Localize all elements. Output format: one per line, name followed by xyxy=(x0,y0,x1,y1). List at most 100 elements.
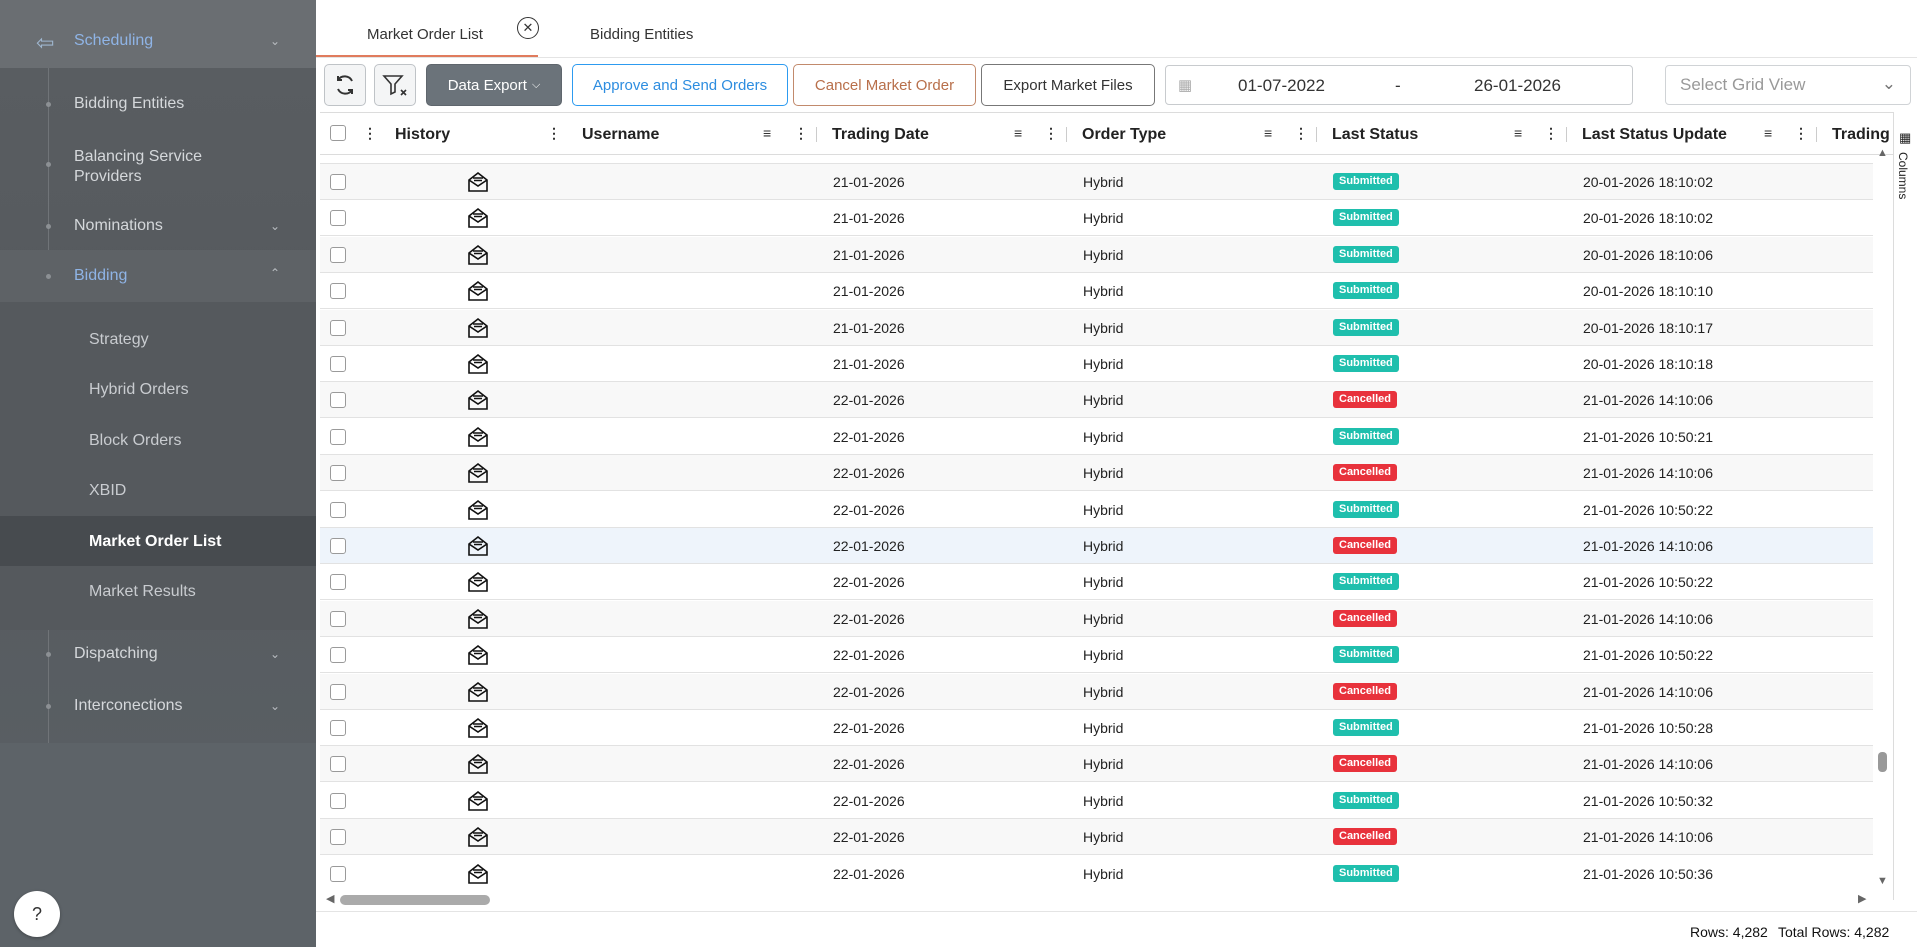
select-all-checkbox[interactable] xyxy=(330,125,346,141)
table-row[interactable]: 22-01-2026 Hybrid Cancelled 21-01-2026 14:1… xyxy=(320,600,1873,637)
approve-send-orders-button[interactable]: Approve and Send Orders xyxy=(572,64,788,106)
table-row[interactable]: 22-01-2026 Hybrid Submitted 21-01-2026 10:5… xyxy=(320,710,1873,746)
submenu-item-hybrid-orders[interactable]: Hybrid Orders xyxy=(89,381,189,399)
clear-filters-button[interactable] xyxy=(374,64,416,106)
sidebar-item-interconections[interactable]: Interconections ⌄ xyxy=(0,697,316,719)
row-checkbox[interactable] xyxy=(330,720,346,736)
sidebar-item-nominations[interactable]: Nominations ⌄ xyxy=(0,217,316,239)
history-mail-icon[interactable] xyxy=(466,716,490,740)
history-mail-icon[interactable] xyxy=(466,170,490,194)
sidebar-item-bidding[interactable]: Bidding ⌃ xyxy=(0,250,316,302)
close-tab-icon[interactable]: ✕ xyxy=(517,17,539,39)
filter-icon[interactable]: ≡ xyxy=(1764,125,1772,141)
table-row[interactable] xyxy=(320,155,1873,164)
row-checkbox[interactable] xyxy=(330,319,346,336)
date-from[interactable]: 01-07-2022 xyxy=(1238,76,1325,96)
column-header-trading-date[interactable]: Trading Date xyxy=(832,126,929,144)
sidebar-header[interactable]: ⇦ Scheduling ⌄ xyxy=(0,0,316,68)
row-checkbox[interactable] xyxy=(330,683,346,700)
sidebar-item-balancing-service-providers[interactable]: Balancing Service Providers xyxy=(0,147,316,187)
table-row[interactable]: 22-01-2026 Hybrid Submitted 21-01-2026 10:5… xyxy=(320,492,1873,528)
table-row[interactable]: 22-01-2026 Hybrid Submitted 21-01-2026 10:5… xyxy=(320,419,1873,455)
table-row[interactable]: 22-01-2026 Hybrid Cancelled 21-01-2026 14:1… xyxy=(320,819,1873,856)
row-checkbox[interactable] xyxy=(330,792,346,809)
cancel-market-order-button[interactable]: Cancel Market Order xyxy=(793,64,976,106)
column-separator[interactable] xyxy=(1816,127,1817,142)
filter-icon[interactable]: ≡ xyxy=(1014,125,1022,141)
history-mail-icon[interactable] xyxy=(466,680,490,704)
history-mail-icon[interactable] xyxy=(466,316,490,340)
history-mail-icon[interactable] xyxy=(466,206,490,230)
sidebar-item-bidding-entities[interactable]: Bidding Entities xyxy=(0,95,316,117)
table-row[interactable]: 21-01-2026 Hybrid Submitted 20-01-2026 18:1… xyxy=(320,236,1873,273)
filter-icon[interactable]: ≡ xyxy=(1514,125,1522,141)
table-row[interactable]: 21-01-2026 Hybrid Submitted 20-01-2026 18:1… xyxy=(320,164,1873,200)
history-mail-icon[interactable] xyxy=(466,461,490,485)
column-menu-icon[interactable]: ⋮ xyxy=(794,125,808,142)
date-to[interactable]: 26-01-2026 xyxy=(1474,76,1561,96)
scroll-down-arrow-icon[interactable]: ▼ xyxy=(1877,875,1888,887)
filter-icon[interactable]: ≡ xyxy=(763,125,771,141)
row-checkbox[interactable] xyxy=(330,356,346,372)
submenu-item-market-order-list[interactable]: Market Order List xyxy=(89,533,221,551)
table-row[interactable]: 21-01-2026 Hybrid Submitted 20-01-2026 18:1… xyxy=(320,273,1873,310)
table-row[interactable]: 22-01-2026 Hybrid Submitted 21-01-2026 10:5… xyxy=(320,564,1873,601)
submenu-item-block-orders[interactable]: Block Orders xyxy=(89,432,181,450)
column-header-last-status-update[interactable]: Last Status Update xyxy=(1582,126,1727,144)
row-checkbox[interactable] xyxy=(330,647,346,664)
history-mail-icon[interactable] xyxy=(466,862,490,886)
refresh-button[interactable] xyxy=(324,64,366,106)
column-menu-icon[interactable]: ⋮ xyxy=(1544,125,1558,142)
submenu-item-xbid[interactable]: XBID xyxy=(89,482,126,500)
table-row[interactable]: 22-01-2026 Hybrid Cancelled 21-01-2026 14:1… xyxy=(320,673,1873,710)
column-header-trading[interactable]: Trading xyxy=(1832,126,1890,144)
export-market-files-button[interactable]: Export Market Files xyxy=(981,64,1155,106)
row-checkbox[interactable] xyxy=(330,538,346,554)
table-row[interactable]: 22-01-2026 Hybrid Submitted 21-01-2026 10:5… xyxy=(320,783,1873,819)
submenu-item-market-results[interactable]: Market Results xyxy=(89,583,196,601)
row-checkbox[interactable] xyxy=(330,465,346,482)
row-checkbox[interactable] xyxy=(330,501,346,518)
row-checkbox[interactable] xyxy=(330,756,346,773)
column-separator[interactable] xyxy=(1066,127,1067,142)
history-mail-icon[interactable] xyxy=(466,425,490,449)
tab-bidding-entities[interactable]: Bidding Entities xyxy=(590,26,693,43)
table-row[interactable]: 22-01-2026 Hybrid Cancelled 21-01-2026 14:1… xyxy=(320,455,1873,492)
horizontal-scroll-thumb[interactable] xyxy=(340,895,490,905)
help-button[interactable]: ? xyxy=(14,891,60,937)
history-mail-icon[interactable] xyxy=(466,388,490,412)
table-row[interactable]: 22-01-2026 Hybrid Submitted 21-01-2026 10:5… xyxy=(320,856,1873,890)
submenu-item-strategy[interactable]: Strategy xyxy=(89,331,149,349)
sidebar-item-dispatching[interactable]: Dispatching ⌄ xyxy=(0,645,316,667)
row-checkbox[interactable] xyxy=(330,174,346,190)
row-checkbox[interactable] xyxy=(330,246,346,263)
table-row[interactable]: 22-01-2026 Hybrid Cancelled 21-01-2026 14:1… xyxy=(320,382,1873,419)
history-mail-icon[interactable] xyxy=(466,570,490,594)
row-checkbox[interactable] xyxy=(330,865,346,882)
row-checkbox[interactable] xyxy=(330,283,346,300)
scroll-right-arrow-icon[interactable]: ▶ xyxy=(1858,892,1866,905)
columns-side-panel[interactable]: ▦ Columns xyxy=(1893,112,1917,900)
row-checkbox[interactable] xyxy=(330,210,346,227)
history-mail-icon[interactable] xyxy=(466,279,490,303)
column-menu-icon[interactable]: ⋮ xyxy=(547,125,561,142)
column-menu-icon[interactable]: ⋮ xyxy=(1794,125,1808,142)
history-mail-icon[interactable] xyxy=(466,498,490,522)
grid-view-select[interactable]: Select Grid View ⌄ xyxy=(1665,65,1911,105)
row-checkbox[interactable] xyxy=(330,428,346,445)
history-mail-icon[interactable] xyxy=(466,643,490,667)
column-menu-icon[interactable]: ⋮ xyxy=(1294,125,1308,142)
table-row[interactable]: 21-01-2026 Hybrid Submitted 20-01-2026 18:1… xyxy=(320,346,1873,382)
column-separator[interactable] xyxy=(816,127,817,142)
tab-market-order-list[interactable]: Market Order List xyxy=(367,26,483,43)
history-mail-icon[interactable] xyxy=(466,607,490,631)
back-arrow-icon[interactable]: ⇦ xyxy=(36,30,54,56)
column-menu-icon[interactable]: ⋮ xyxy=(363,125,377,142)
table-row[interactable]: 22-01-2026 Hybrid Submitted 21-01-2026 10:5… xyxy=(320,637,1873,674)
row-checkbox[interactable] xyxy=(330,392,346,409)
date-range-picker[interactable]: ▦ 01-07-2022 - 26-01-2026 xyxy=(1165,65,1633,105)
history-mail-icon[interactable] xyxy=(466,752,490,776)
history-mail-icon[interactable] xyxy=(466,825,490,849)
table-row[interactable]: 21-01-2026 Hybrid Submitted 20-01-2026 18:1… xyxy=(320,200,1873,237)
horizontal-scrollbar[interactable]: ◀ ▶ xyxy=(320,890,1873,910)
